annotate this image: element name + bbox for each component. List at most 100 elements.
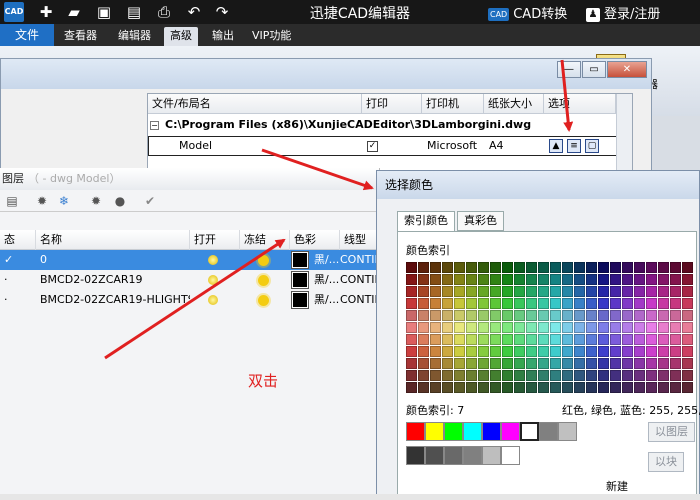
palette-swatch[interactable] [574,370,585,381]
palette-swatch[interactable] [598,286,609,297]
palette-swatch[interactable] [670,346,681,357]
palette-swatch[interactable] [622,310,633,321]
palette-swatch[interactable] [670,286,681,297]
palette-swatch[interactable] [442,274,453,285]
palette-swatch[interactable] [514,262,525,273]
palette-swatch[interactable] [454,310,465,321]
palette-swatch[interactable] [646,274,657,285]
color-swatch[interactable] [291,251,309,269]
palette-swatch[interactable] [658,262,669,273]
col-open[interactable]: 打开 [190,230,240,250]
palette-swatch[interactable] [562,274,573,285]
sun-icon[interactable] [258,274,269,286]
palette-swatch[interactable] [478,346,489,357]
layer-linetype[interactable]: CONTIN [336,270,380,290]
palette-swatch[interactable] [550,334,561,345]
palette-swatch[interactable] [466,382,477,393]
palette-swatch[interactable] [418,298,429,309]
palette-swatch[interactable] [406,334,417,345]
light-bulb-icon[interactable] [208,255,218,265]
palette-swatch[interactable] [658,334,669,345]
palette-swatch[interactable] [646,370,657,381]
palette-swatch[interactable] [610,286,621,297]
palette-swatch[interactable] [406,358,417,369]
palette-swatch[interactable] [538,322,549,333]
palette-swatch[interactable] [478,334,489,345]
menu-viewer[interactable]: 查看器 [58,27,103,46]
palette-swatch[interactable] [490,310,501,321]
palette-swatch[interactable] [634,382,645,393]
close-button[interactable]: ✕ [607,61,647,78]
palette-swatch[interactable] [610,298,621,309]
palette-swatch[interactable] [442,286,453,297]
palette-swatch[interactable] [430,286,441,297]
palette-swatch[interactable] [610,310,621,321]
minimize-button[interactable]: — [557,61,581,78]
palette-swatch[interactable] [454,274,465,285]
col-print[interactable]: 打印 [362,94,422,114]
palette-swatch[interactable] [454,262,465,273]
palette-swatch[interactable] [406,322,417,333]
palette-swatch[interactable] [418,334,429,345]
palette-swatch[interactable] [490,382,501,393]
palette-swatch[interactable] [586,262,597,273]
palette-swatch[interactable] [466,274,477,285]
bulb-icon[interactable]: ● [112,193,128,209]
palette-swatch[interactable] [574,334,585,345]
palette-swatch[interactable] [586,334,597,345]
palette-swatch[interactable] [670,298,681,309]
palette-swatch[interactable] [454,322,465,333]
palette-swatch[interactable] [574,310,585,321]
palette-swatch[interactable] [466,310,477,321]
page-setup-icon[interactable]: ▢ [585,139,599,153]
palette-swatch[interactable] [406,382,417,393]
undo-icon[interactable]: ↶ [184,3,204,21]
palette-swatch[interactable] [490,262,501,273]
palette-swatch[interactable] [622,322,633,333]
palette-swatch[interactable] [526,310,537,321]
plus-icon[interactable]: ✚ [36,3,56,21]
palette-swatch[interactable] [658,298,669,309]
light-bulb-icon[interactable] [208,275,218,285]
color-swatch[interactable] [291,271,309,289]
palette-swatch[interactable] [598,334,609,345]
palette-swatch[interactable] [550,322,561,333]
palette-swatch[interactable] [454,298,465,309]
palette-swatch[interactable] [406,274,417,285]
palette-swatch[interactable] [454,358,465,369]
palette-swatch[interactable] [562,310,573,321]
palette-swatch[interactable] [646,286,657,297]
palette-swatch[interactable] [490,298,501,309]
palette-swatch[interactable] [646,382,657,393]
palette-swatch[interactable] [478,298,489,309]
palette-swatch[interactable] [682,322,693,333]
palette-swatch[interactable] [658,346,669,357]
palette-swatch[interactable] [442,322,453,333]
palette-swatch[interactable] [646,358,657,369]
palette-swatch[interactable] [550,358,561,369]
palette-swatch[interactable] [622,334,633,345]
palette-swatch[interactable] [406,346,417,357]
menu-editor[interactable]: 编辑器 [112,27,157,46]
apply-check-icon[interactable]: ✔ [142,193,158,209]
palette-swatch[interactable] [550,298,561,309]
palette-swatch[interactable] [478,310,489,321]
folder-open-icon[interactable]: ▰ [64,3,84,21]
palette-swatch[interactable] [610,262,621,273]
palette-swatch[interactable] [574,382,585,393]
palette-swatch[interactable] [466,334,477,345]
palette-swatch[interactable] [430,346,441,357]
palette-swatch[interactable] [670,322,681,333]
palette-swatch[interactable] [526,298,537,309]
login-button[interactable]: ♟ 登录/注册 [586,3,660,22]
collapse-icon[interactable]: − [150,120,159,130]
standard-color-swatch[interactable] [444,422,463,441]
palette-swatch[interactable] [598,310,609,321]
menu-vip[interactable]: VIP功能 [246,27,297,46]
palette-swatch[interactable] [526,334,537,345]
palette-swatch[interactable] [466,298,477,309]
gray-color-swatch[interactable] [501,446,520,465]
save-icon[interactable]: ▣ [94,3,114,21]
palette-swatch[interactable] [466,262,477,273]
palette-swatch[interactable] [454,334,465,345]
